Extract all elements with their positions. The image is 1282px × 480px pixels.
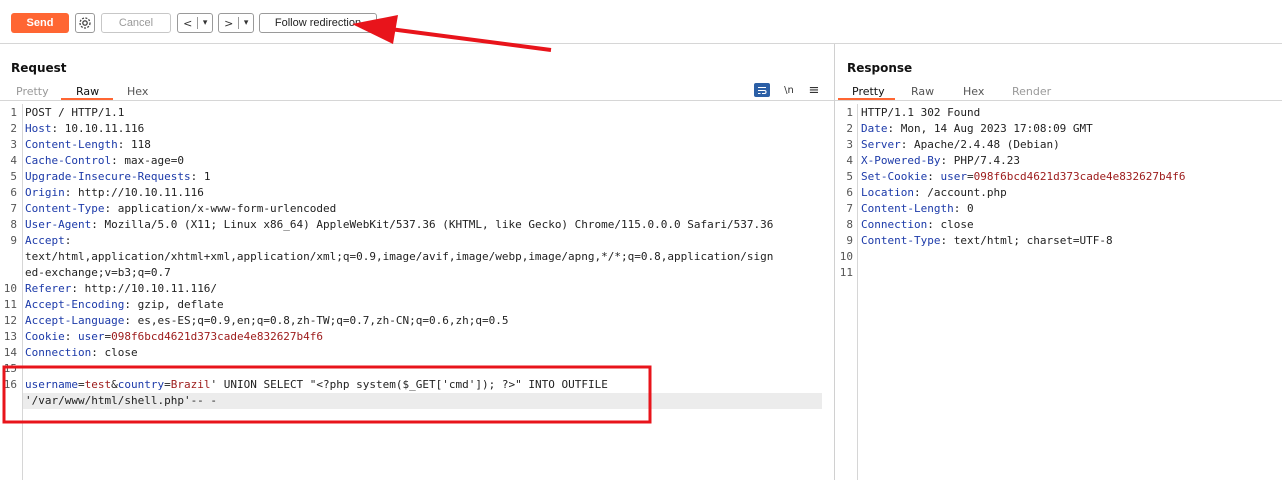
annotation-arrow-shaft	[389, 27, 552, 52]
highlight-box	[2, 365, 652, 424]
annotation-arrow-head	[352, 15, 398, 44]
annotation-overlay	[2, 15, 652, 424]
